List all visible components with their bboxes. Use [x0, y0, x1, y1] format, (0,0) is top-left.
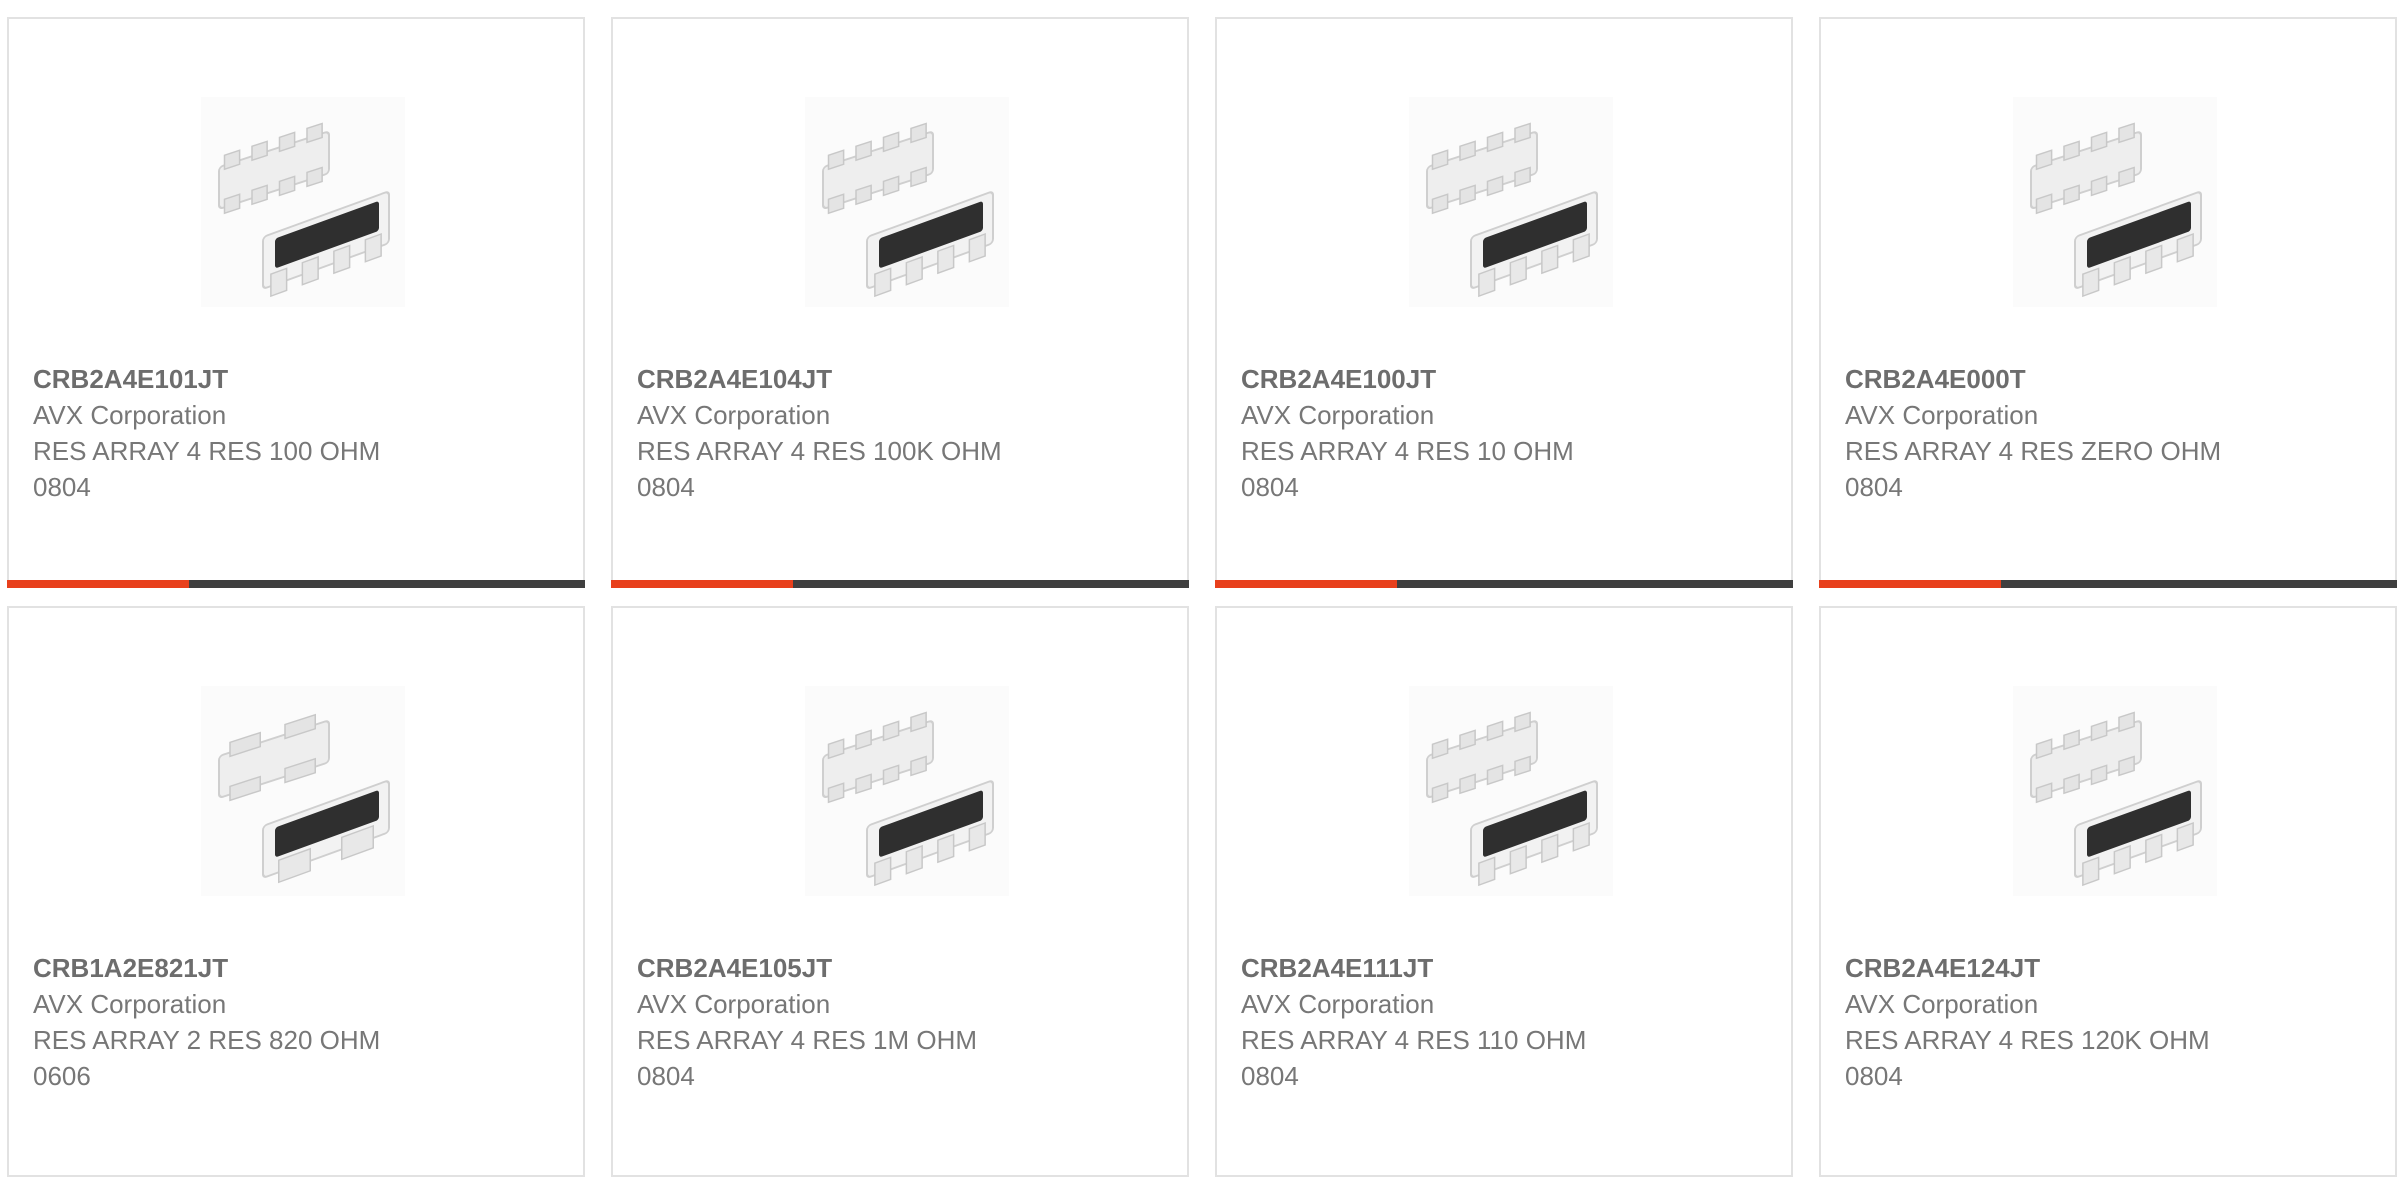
part-number[interactable]: CRB2A4E124JT [1845, 950, 2375, 986]
part-number[interactable]: CRB2A4E000T [1845, 361, 2375, 397]
product-info: CRB2A4E101JT AVX Corporation RES ARRAY 4… [33, 361, 563, 505]
manufacturer: AVX Corporation [637, 400, 831, 430]
part-number[interactable]: CRB2A4E104JT [637, 361, 1167, 397]
description: RES ARRAY 4 RES 1M OHM [637, 1025, 978, 1055]
resistor-array-chip-icon[interactable] [805, 686, 1009, 896]
product-info: CRB2A4E104JT AVX Corporation RES ARRAY 4… [637, 361, 1167, 505]
product-card[interactable]: CRB2A4E124JT AVX Corporation RES ARRAY 4… [1819, 606, 2397, 1177]
product-card[interactable]: CRB1A2E821JT AVX Corporation RES ARRAY 2… [7, 606, 585, 1177]
description: RES ARRAY 2 RES 820 OHM [33, 1025, 381, 1055]
manufacturer: AVX Corporation [637, 989, 831, 1019]
description: RES ARRAY 4 RES 100 OHM [33, 436, 381, 466]
card-accent-bar [611, 580, 793, 588]
manufacturer: AVX Corporation [33, 989, 227, 1019]
part-number[interactable]: CRB2A4E105JT [637, 950, 1167, 986]
resistor-array-chip-icon[interactable] [2013, 97, 2217, 307]
description: RES ARRAY 4 RES 100K OHM [637, 436, 1002, 466]
description: RES ARRAY 4 RES 10 OHM [1241, 436, 1574, 466]
product-card[interactable]: CRB2A4E101JT AVX Corporation RES ARRAY 4… [7, 17, 585, 588]
manufacturer: AVX Corporation [1845, 989, 2039, 1019]
package-size: 0804 [1241, 472, 1299, 502]
resistor-array-chip-icon[interactable] [1409, 686, 1613, 896]
description: RES ARRAY 4 RES ZERO OHM [1845, 436, 2222, 466]
package-size: 0804 [1845, 472, 1903, 502]
resistor-array-chip-icon[interactable] [2013, 686, 2217, 896]
resistor-array-chip-icon[interactable] [1409, 97, 1613, 307]
part-number[interactable]: CRB1A2E821JT [33, 950, 563, 986]
card-accent-bar [1215, 580, 1397, 588]
product-card[interactable]: CRB2A4E100JT AVX Corporation RES ARRAY 4… [1215, 17, 1793, 588]
manufacturer: AVX Corporation [1241, 989, 1435, 1019]
manufacturer: AVX Corporation [33, 400, 227, 430]
package-size: 0804 [1845, 1061, 1903, 1091]
resistor-array-chip-icon[interactable] [201, 97, 405, 307]
product-info: CRB1A2E821JT AVX Corporation RES ARRAY 2… [33, 950, 563, 1094]
part-number[interactable]: CRB2A4E111JT [1241, 950, 1771, 986]
description: RES ARRAY 4 RES 110 OHM [1241, 1025, 1587, 1055]
manufacturer: AVX Corporation [1845, 400, 2039, 430]
product-card[interactable]: CRB2A4E000T AVX Corporation RES ARRAY 4 … [1819, 17, 2397, 588]
resistor-array-chip-icon[interactable] [805, 97, 1009, 307]
package-size: 0804 [637, 472, 695, 502]
package-size: 0804 [1241, 1061, 1299, 1091]
product-info: CRB2A4E000T AVX Corporation RES ARRAY 4 … [1845, 361, 2375, 505]
product-info: CRB2A4E100JT AVX Corporation RES ARRAY 4… [1241, 361, 1771, 505]
card-accent-bar [1819, 580, 2001, 588]
product-card[interactable]: CRB2A4E104JT AVX Corporation RES ARRAY 4… [611, 17, 1189, 588]
product-info: CRB2A4E105JT AVX Corporation RES ARRAY 4… [637, 950, 1167, 1094]
description: RES ARRAY 4 RES 120K OHM [1845, 1025, 2210, 1055]
product-card[interactable]: CRB2A4E105JT AVX Corporation RES ARRAY 4… [611, 606, 1189, 1177]
package-size: 0804 [637, 1061, 695, 1091]
resistor-array-chip-icon[interactable] [201, 686, 405, 896]
package-size: 0804 [33, 472, 91, 502]
card-bottom-bar [1819, 580, 2397, 588]
manufacturer: AVX Corporation [1241, 400, 1435, 430]
product-info: CRB2A4E111JT AVX Corporation RES ARRAY 4… [1241, 950, 1771, 1094]
part-number[interactable]: CRB2A4E100JT [1241, 361, 1771, 397]
card-bottom-bar [611, 580, 1189, 588]
card-bottom-bar [1215, 580, 1793, 588]
part-number[interactable]: CRB2A4E101JT [33, 361, 563, 397]
card-accent-bar [7, 580, 189, 588]
package-size: 0606 [33, 1061, 91, 1091]
product-info: CRB2A4E124JT AVX Corporation RES ARRAY 4… [1845, 950, 2375, 1094]
card-bottom-bar [7, 580, 585, 588]
product-card[interactable]: CRB2A4E111JT AVX Corporation RES ARRAY 4… [1215, 606, 1793, 1177]
